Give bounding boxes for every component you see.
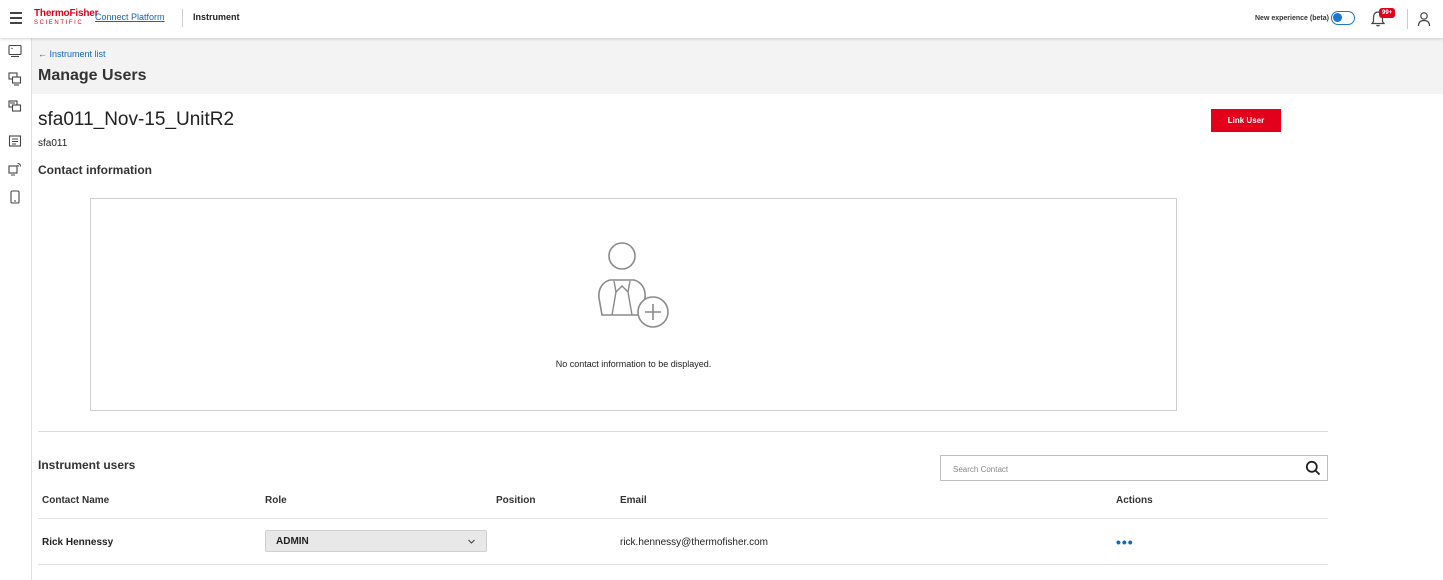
logo-subtext: SCIENTIFIC: [34, 20, 84, 26]
section-divider: [38, 431, 1328, 432]
multi-instrument-icon[interactable]: [8, 72, 22, 86]
role-select-value: ADMIN: [276, 536, 309, 547]
add-contact-icon: [598, 242, 669, 328]
instrument-name: sfa011_Nov-15_UnitR2: [38, 109, 235, 130]
menu-icon[interactable]: [10, 12, 22, 26]
column-header-role[interactable]: Role: [265, 495, 287, 506]
email-cell: rick.hennessy@thermofisher.com: [620, 537, 768, 548]
search-contact-field: [940, 455, 1328, 481]
user-profile-icon[interactable]: [1417, 11, 1431, 27]
brand-logo[interactable]: ThermoFisher SCIENTIFIC: [34, 8, 99, 27]
instrument-group-icon[interactable]: [8, 100, 22, 114]
beta-toggle-label: New experience (beta): [1255, 15, 1329, 22]
logo-text: ThermoFisher: [34, 8, 99, 19]
breadcrumb-current: Instrument: [193, 12, 240, 22]
back-to-instrument-list-link[interactable]: ← Instrument list: [38, 49, 106, 59]
contact-information-heading: Contact information: [38, 163, 152, 177]
left-nav-rail: [0, 38, 32, 580]
connected-device-icon[interactable]: [8, 162, 22, 176]
column-header-email[interactable]: Email: [620, 495, 647, 506]
search-icon[interactable]: [1305, 460, 1321, 476]
toggle-knob: [1333, 13, 1342, 22]
instrument-id: sfa011: [38, 138, 68, 149]
breadcrumb-connect-platform[interactable]: Connect Platform: [95, 12, 165, 22]
instrument-users-heading: Instrument users: [38, 458, 136, 472]
instrument-monitor-icon[interactable]: [8, 44, 22, 58]
mobile-device-icon[interactable]: [8, 190, 22, 204]
table-header-divider: [38, 518, 1328, 519]
contact-name-cell: Rick Hennessy: [42, 537, 114, 548]
top-bar: ThermoFisher SCIENTIFIC Connect Platform…: [0, 0, 1443, 38]
notification-badge: 99+: [1379, 8, 1396, 18]
column-header-position[interactable]: Position: [496, 495, 535, 506]
table-row-divider: [38, 564, 1328, 565]
link-user-button[interactable]: Link User: [1211, 109, 1281, 132]
chevron-down-icon: [468, 539, 475, 544]
search-contact-input[interactable]: [951, 461, 1285, 477]
column-header-contact-name[interactable]: Contact Name: [42, 495, 109, 506]
role-select[interactable]: ADMIN: [265, 530, 487, 552]
page-title: Manage Users: [38, 67, 147, 84]
page-header-band: [32, 38, 1443, 94]
breadcrumb-divider: [182, 9, 183, 27]
column-header-actions: Actions: [1116, 495, 1153, 506]
beta-toggle[interactable]: [1331, 11, 1355, 25]
document-list-icon[interactable]: [8, 134, 22, 148]
row-actions-menu[interactable]: •••: [1116, 534, 1134, 550]
empty-contact-message: No contact information to be displayed.: [555, 359, 712, 369]
header-divider: [1407, 9, 1408, 29]
